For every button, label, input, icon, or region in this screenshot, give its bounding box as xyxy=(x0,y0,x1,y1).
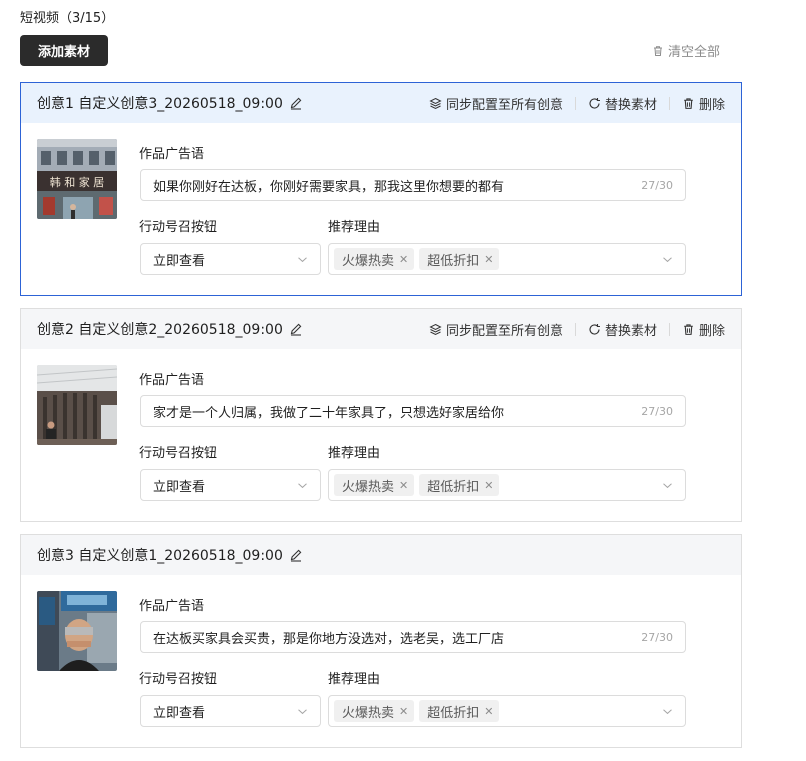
cta-value: 立即查看 xyxy=(153,253,206,269)
replace-material-button[interactable]: 替换素材 xyxy=(588,94,657,113)
cta-value: 立即查看 xyxy=(153,479,206,495)
chevron-down-icon xyxy=(298,256,307,262)
chevron-down-icon xyxy=(298,482,307,488)
tag-close-icon[interactable]: ✕ xyxy=(484,479,493,492)
tag-close-icon[interactable]: ✕ xyxy=(484,705,493,718)
sync-config-label: 同步配置至所有创意 xyxy=(445,323,563,339)
clear-all-button[interactable]: 清空全部 xyxy=(652,41,720,60)
delete-label: 删除 xyxy=(698,323,725,339)
chevron-down-icon xyxy=(663,708,672,714)
creative-card-header: 创意3 自定义创意1_20260518_09:00 xyxy=(21,535,741,575)
delete-button[interactable]: 删除 xyxy=(682,320,725,339)
trash-icon xyxy=(684,323,693,335)
creative-title-text: 创意3 自定义创意1_20260518_09:00 xyxy=(37,548,283,564)
refresh-icon xyxy=(589,97,600,109)
replace-material-label: 替换素材 xyxy=(604,323,657,339)
creative-card-1[interactable]: 创意1 自定义创意3_20260518_09:00 同步配置至所有创意 替换素材… xyxy=(20,82,742,296)
creative-title-text: 创意2 自定义创意2_20260518_09:00 xyxy=(37,322,283,338)
ad-copy-input[interactable]: 如果你刚好在达板，你刚好需要家具，那我这里你想要的都有 27/30 xyxy=(140,169,686,201)
tag-close-icon[interactable]: ✕ xyxy=(399,479,408,492)
creative-title: 创意3 自定义创意1_20260518_09:00 xyxy=(37,545,303,565)
ad-copy-input[interactable]: 在达板买家具会买贵，那是你地方没选对，选老吴，选工厂店 27/30 xyxy=(140,621,686,653)
creative-card-header: 创意2 自定义创意2_20260518_09:00 同步配置至所有创意 替换素材… xyxy=(21,309,741,349)
creative-title: 创意1 自定义创意3_20260518_09:00 xyxy=(37,93,303,113)
edit-pencil-icon[interactable] xyxy=(289,548,303,562)
reason-tag-label: 超低折扣 xyxy=(427,253,480,269)
reason-tag: 火爆热卖 ✕ xyxy=(334,700,415,722)
delete-button[interactable]: 删除 xyxy=(682,94,725,113)
creative-card-3[interactable]: 创意3 自定义创意1_20260518_09:00 作品广告语 在达板买家具会买… xyxy=(20,534,742,748)
reason-tag: 超低折扣 ✕ xyxy=(419,700,500,722)
reason-tag: 火爆热卖 ✕ xyxy=(334,474,415,496)
sync-config-label: 同步配置至所有创意 xyxy=(445,97,563,113)
tag-close-icon[interactable]: ✕ xyxy=(399,705,408,718)
clear-all-label: 清空全部 xyxy=(668,45,721,60)
ad-copy-text: 在达板买家具会买贵，那是你地方没选对，选老吴，选工厂店 xyxy=(153,631,505,647)
ad-copy-label: 作品广告语 xyxy=(139,599,205,614)
chevron-down-icon xyxy=(663,256,672,262)
cta-label: 行动号召按钮 xyxy=(139,446,218,461)
sync-config-button[interactable]: 同步配置至所有创意 xyxy=(429,320,563,339)
creative-title: 创意2 自定义创意2_20260518_09:00 xyxy=(37,319,303,339)
reason-tag-label: 火爆热卖 xyxy=(342,253,395,269)
cta-select[interactable]: 立即查看 xyxy=(140,243,321,275)
edit-pencil-icon[interactable] xyxy=(289,96,303,110)
store-sign-text: 韩 和 家 居 xyxy=(50,175,105,189)
add-material-button[interactable]: 添加素材 xyxy=(20,35,108,66)
reason-multiselect[interactable]: 火爆热卖 ✕ 超低折扣 ✕ xyxy=(328,695,686,727)
reason-tag-label: 火爆热卖 xyxy=(342,479,395,495)
video-thumbnail[interactable] xyxy=(37,365,117,445)
reason-label: 推荐理由 xyxy=(328,446,381,461)
page-title: 短视频（3/15） xyxy=(20,11,115,26)
layers-icon xyxy=(429,97,442,109)
trash-icon xyxy=(654,45,662,56)
chevron-down-icon xyxy=(663,482,672,488)
replace-material-button[interactable]: 替换素材 xyxy=(588,320,657,339)
chevron-down-icon xyxy=(298,708,307,714)
edit-pencil-icon[interactable] xyxy=(289,322,303,336)
ad-copy-text: 家才是一个人归属，我做了二十年家具了，只想选好家居给你 xyxy=(153,405,505,421)
video-thumbnail[interactable]: 韩 和 家 居 xyxy=(37,139,117,219)
reason-label: 推荐理由 xyxy=(328,672,381,687)
creative-title-text: 创意1 自定义创意3_20260518_09:00 xyxy=(37,96,283,112)
reason-tag: 超低折扣 ✕ xyxy=(419,474,500,496)
cta-select[interactable]: 立即查看 xyxy=(140,469,321,501)
ad-copy-label: 作品广告语 xyxy=(139,373,205,388)
cta-label: 行动号召按钮 xyxy=(139,220,218,235)
tag-close-icon[interactable]: ✕ xyxy=(399,253,408,266)
layers-icon xyxy=(429,323,442,335)
cta-label: 行动号召按钮 xyxy=(139,672,218,687)
reason-multiselect[interactable]: 火爆热卖 ✕ 超低折扣 ✕ xyxy=(328,243,686,275)
char-count: 27/30 xyxy=(641,630,673,644)
creative-card-header: 创意1 自定义创意3_20260518_09:00 同步配置至所有创意 替换素材… xyxy=(21,83,741,123)
char-count: 27/30 xyxy=(641,178,673,192)
reason-multiselect[interactable]: 火爆热卖 ✕ 超低折扣 ✕ xyxy=(328,469,686,501)
ad-copy-text: 如果你刚好在达板，你刚好需要家具，那我这里你想要的都有 xyxy=(153,179,505,195)
ad-copy-input[interactable]: 家才是一个人归属，我做了二十年家具了，只想选好家居给你 27/30 xyxy=(140,395,686,427)
cta-select[interactable]: 立即查看 xyxy=(140,695,321,727)
creative-card-2[interactable]: 创意2 自定义创意2_20260518_09:00 同步配置至所有创意 替换素材… xyxy=(20,308,742,522)
delete-label: 删除 xyxy=(698,97,725,113)
replace-material-label: 替换素材 xyxy=(604,97,657,113)
reason-tag-label: 超低折扣 xyxy=(427,479,480,495)
video-thumbnail[interactable] xyxy=(37,591,117,671)
reason-tag: 超低折扣 ✕ xyxy=(419,248,500,270)
reason-label: 推荐理由 xyxy=(328,220,381,235)
trash-icon xyxy=(684,97,693,109)
reason-tag: 火爆热卖 ✕ xyxy=(334,248,415,270)
refresh-icon xyxy=(589,323,600,335)
tag-close-icon[interactable]: ✕ xyxy=(484,253,493,266)
ad-copy-label: 作品广告语 xyxy=(139,147,205,162)
cta-value: 立即查看 xyxy=(153,705,206,721)
char-count: 27/30 xyxy=(641,404,673,418)
reason-tag-label: 超低折扣 xyxy=(427,705,480,721)
reason-tag-label: 火爆热卖 xyxy=(342,705,395,721)
sync-config-button[interactable]: 同步配置至所有创意 xyxy=(429,94,563,113)
